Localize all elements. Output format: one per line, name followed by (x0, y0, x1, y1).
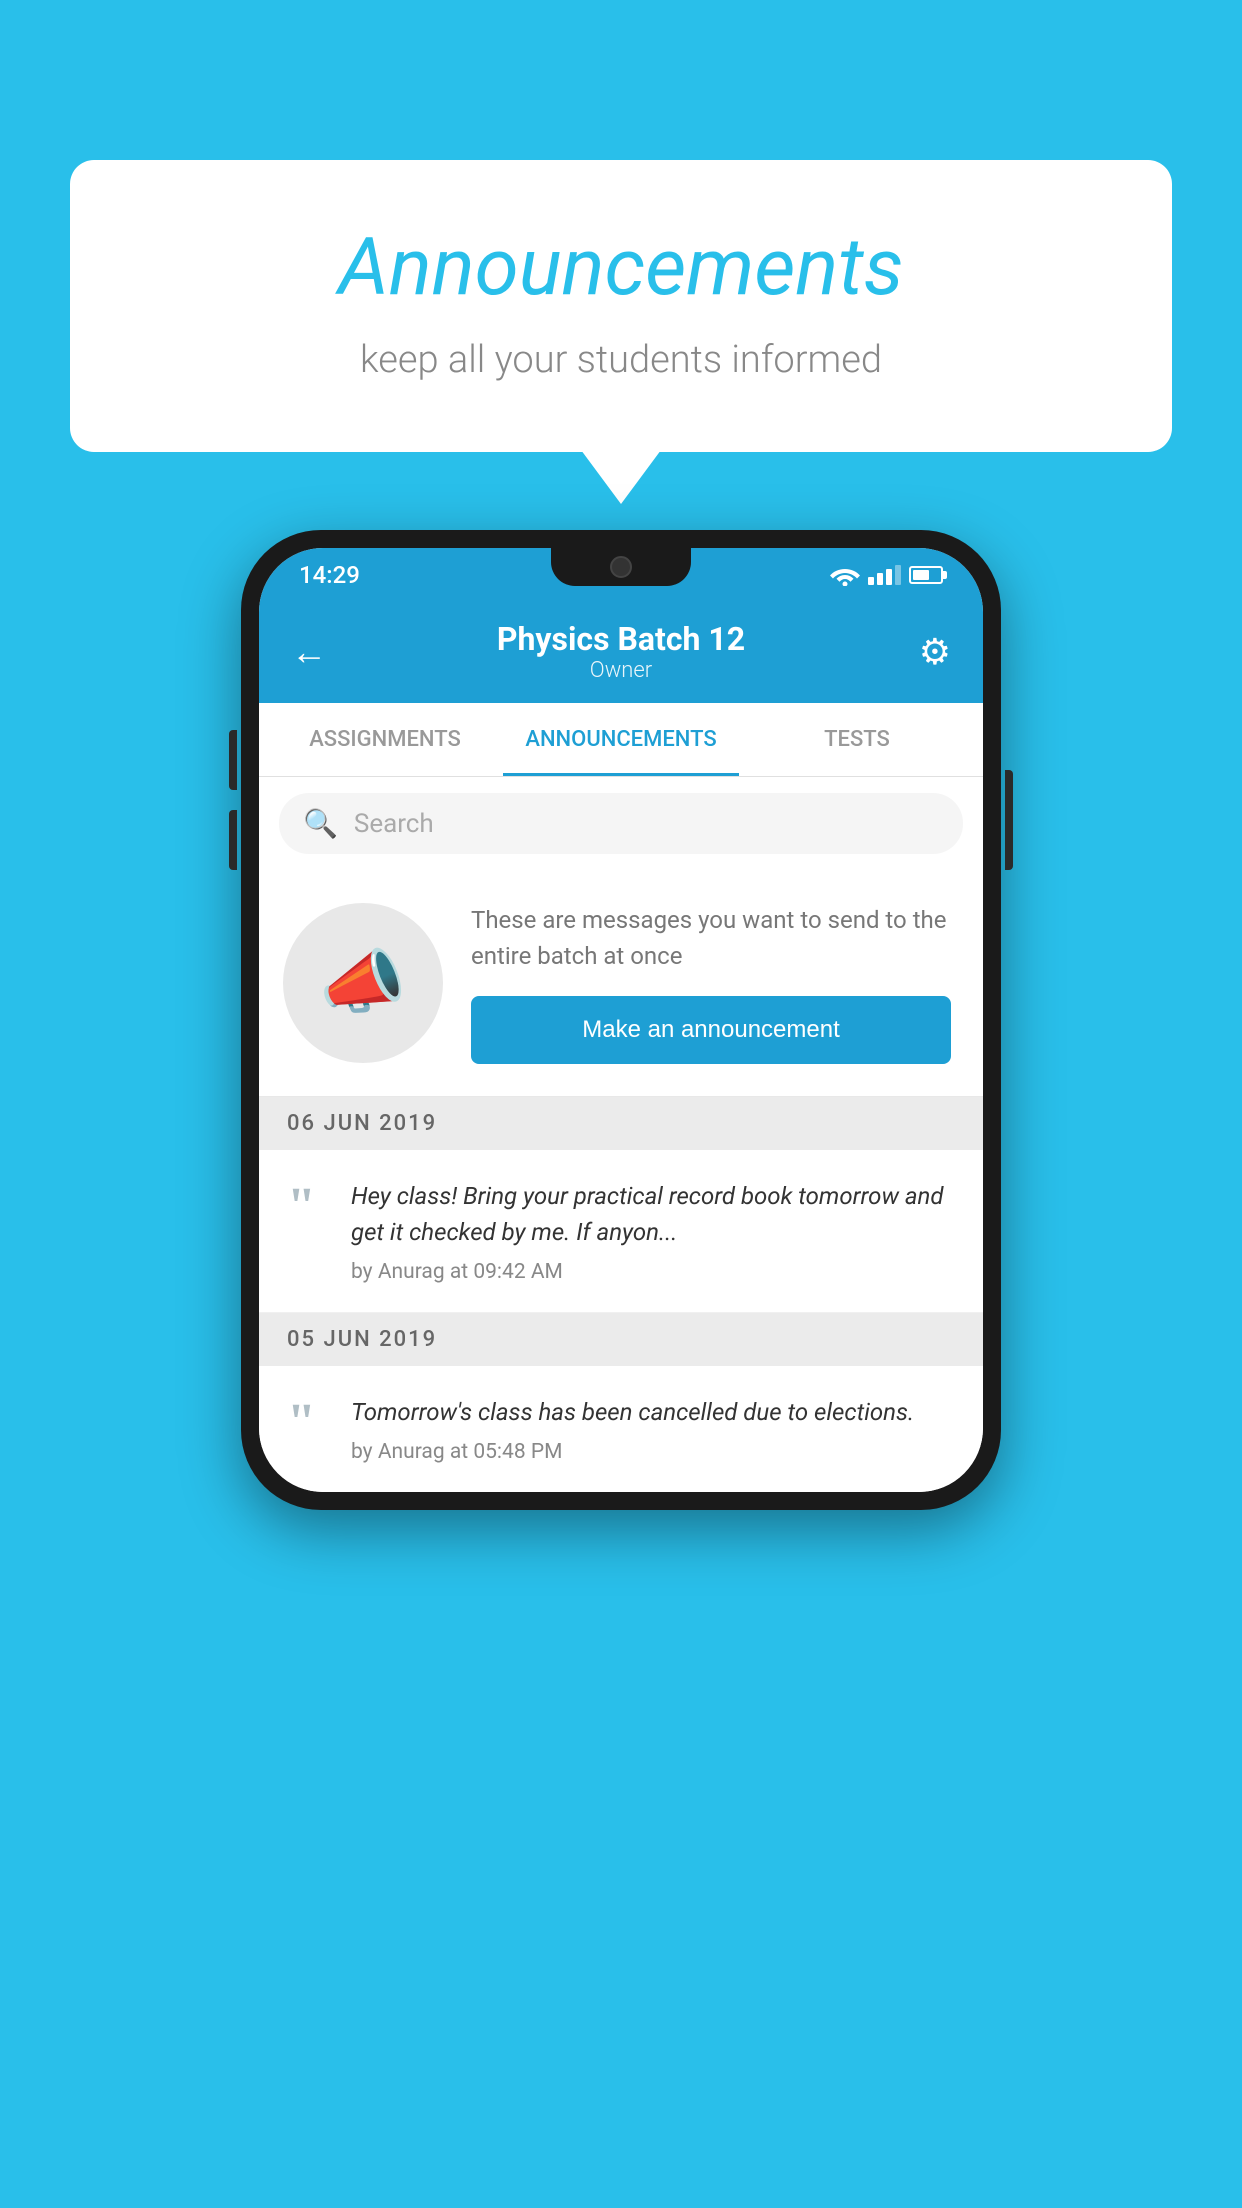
back-button[interactable]: ← (291, 631, 341, 673)
search-icon: 🔍 (303, 807, 338, 840)
announcement-content-1: Hey class! Bring your practical record b… (351, 1178, 955, 1284)
batch-role: Owner (497, 658, 745, 683)
battery-icon (909, 566, 943, 584)
volume-up-button (229, 730, 237, 790)
speech-bubble-title: Announcements (150, 220, 1092, 314)
phone-outer: 14:29 (241, 530, 1001, 1510)
volume-down-button (229, 810, 237, 870)
status-icons (830, 564, 943, 586)
quote-icon-1: " (287, 1186, 327, 1228)
speech-bubble-container: Announcements keep all your students inf… (70, 160, 1172, 452)
prompt-description: These are messages you want to send to t… (471, 902, 951, 974)
announcement-text-1: Hey class! Bring your practical record b… (351, 1178, 955, 1250)
tab-announcements[interactable]: ANNOUNCEMENTS (503, 703, 739, 776)
phone-mockup: 14:29 (241, 530, 1001, 1510)
speech-bubble-subtitle: keep all your students informed (150, 338, 1092, 382)
tab-tests[interactable]: TESTS (739, 703, 975, 776)
tab-assignments[interactable]: ASSIGNMENTS (267, 703, 503, 776)
search-container: 🔍 Search (259, 777, 983, 870)
phone-notch (551, 548, 691, 586)
search-input[interactable]: Search (354, 809, 434, 839)
date-separator-2: 05 JUN 2019 (259, 1313, 983, 1366)
power-button (1005, 770, 1013, 870)
header-title-group: Physics Batch 12 Owner (497, 620, 745, 683)
batch-title: Physics Batch 12 (497, 620, 745, 658)
quote-icon-2: " (287, 1402, 327, 1444)
app-header: ← Physics Batch 12 Owner ⚙ (259, 602, 983, 703)
announcement-item-1: " Hey class! Bring your practical record… (259, 1150, 983, 1313)
phone-screen: 14:29 (259, 548, 983, 1492)
announcement-content-2: Tomorrow's class has been cancelled due … (351, 1394, 914, 1464)
wifi-icon (830, 564, 860, 586)
date-separator-1: 06 JUN 2019 (259, 1097, 983, 1150)
settings-icon[interactable]: ⚙ (901, 631, 951, 673)
prompt-content: These are messages you want to send to t… (471, 902, 951, 1064)
front-camera (610, 556, 632, 578)
search-bar[interactable]: 🔍 Search (279, 793, 963, 854)
tabs-bar: ASSIGNMENTS ANNOUNCEMENTS TESTS (259, 703, 983, 777)
announcement-prompt: 📣 These are messages you want to send to… (259, 870, 983, 1097)
make-announcement-button[interactable]: Make an announcement (471, 996, 951, 1064)
megaphone-icon: 📣 (319, 942, 406, 1024)
announcement-item-2: " Tomorrow's class has been cancelled du… (259, 1366, 983, 1492)
speech-bubble: Announcements keep all your students inf… (70, 160, 1172, 452)
announcement-meta-1: by Anurag at 09:42 AM (351, 1260, 955, 1284)
megaphone-circle: 📣 (283, 903, 443, 1063)
announcement-meta-2: by Anurag at 05:48 PM (351, 1440, 914, 1464)
signal-icon (868, 565, 901, 585)
status-time: 14:29 (299, 561, 360, 589)
battery-fill (913, 570, 929, 580)
announcement-text-2: Tomorrow's class has been cancelled due … (351, 1394, 914, 1430)
